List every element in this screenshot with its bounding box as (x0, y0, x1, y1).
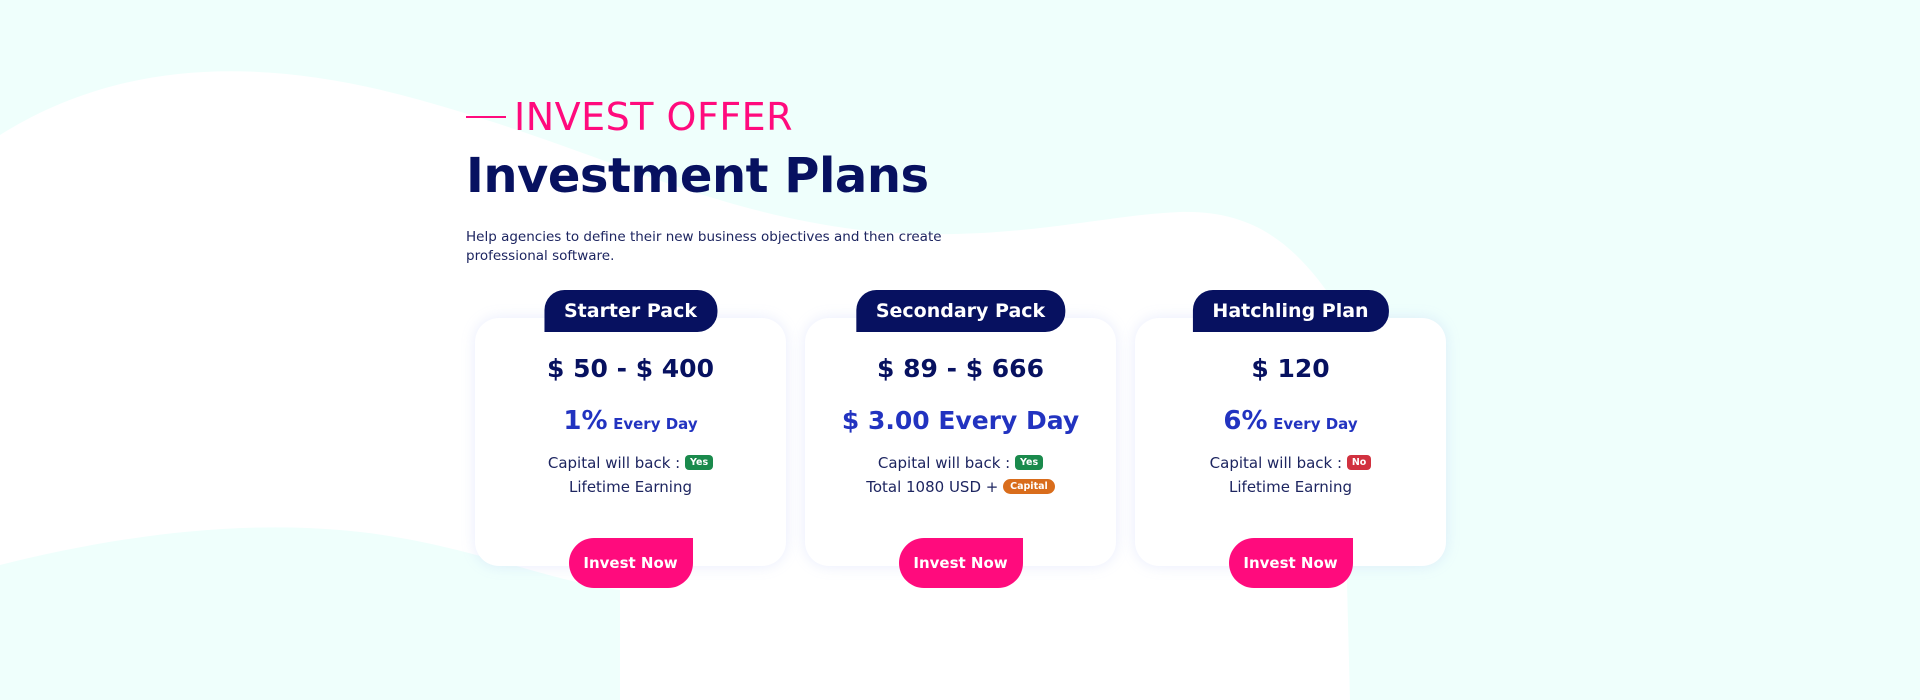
plan-capital-line: Capital will back : Yes (475, 454, 786, 472)
plan-capital-line: Capital will back : Yes (805, 454, 1116, 472)
capital-label: Capital will back : (877, 454, 1011, 472)
plan-rate-value: 1% (563, 406, 608, 436)
plan-price: $ 89 - $ 666 (877, 354, 1044, 383)
invest-now-button[interactable]: Invest Now (1228, 538, 1353, 588)
plan-rate: 6% Every Day (1135, 406, 1446, 436)
plan-extra-line: Lifetime Earning (569, 478, 692, 496)
capital-no-badge: No (1346, 455, 1372, 470)
capital-yes-badge: Yes (1015, 455, 1044, 470)
plan-rate: $ 3.00 Every Day (805, 406, 1116, 435)
invest-now-button[interactable]: Invest Now (898, 538, 1023, 588)
plan-rate-label: Every Day (613, 415, 698, 433)
section-title: Investment Plans (466, 148, 929, 204)
capital-label: Capital will back : (1209, 454, 1343, 472)
plan-extra-line: Lifetime Earning (1229, 478, 1352, 496)
plan-card-secondary: Secondary Pack $ 89 - $ 666 $ 3.00 Every… (805, 290, 1116, 588)
plan-extra-line: Total 1080 USD + Capital (805, 478, 1116, 496)
plan-name: Secondary Pack (855, 290, 1066, 332)
plan-card-starter: Starter Pack $ 50 - $ 400 1% Every Day C… (475, 290, 786, 588)
plan-price: $ 120 (1251, 354, 1330, 383)
invest-now-button[interactable]: Invest Now (568, 538, 693, 588)
section-eyebrow: INVEST OFFER (466, 94, 1466, 140)
section-description: Help agencies to define their new busine… (466, 229, 942, 264)
capital-label: Capital will back : (547, 454, 681, 472)
capital-yes-badge: Yes (685, 455, 714, 470)
plan-rate-label: Every Day (1273, 415, 1358, 433)
plan-rate-value: $ 3.00 Every Day (841, 406, 1080, 435)
plan-capital-line: Capital will back : No (1135, 454, 1446, 472)
plans-grid: Starter Pack $ 50 - $ 400 1% Every Day C… (475, 290, 1475, 590)
plan-name: Hatchling Plan (1192, 290, 1389, 332)
eyebrow-line (466, 116, 506, 118)
plan-rate-value: 6% (1223, 406, 1268, 436)
total-text: Total 1080 USD + (866, 478, 999, 496)
plan-price: $ 50 - $ 400 (547, 354, 714, 383)
capital-badge: Capital (1003, 479, 1055, 494)
plan-card-hatchling: Hatchling Plan $ 120 6% Every Day Capita… (1135, 290, 1446, 588)
invest-offer-section: INVEST OFFER Investment Plans Help agenc… (466, 94, 1466, 266)
plan-name: Starter Pack (543, 290, 718, 332)
plan-rate: 1% Every Day (475, 406, 786, 436)
eyebrow-text: INVEST OFFER (514, 95, 794, 139)
